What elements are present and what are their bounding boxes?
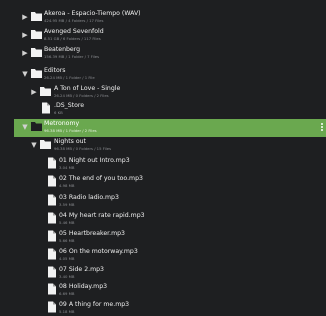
- tree-row-name: 05 Heartbreaker.mp3: [59, 230, 125, 237]
- file-icon: [46, 157, 57, 169]
- tree-row-name: 09 A thing for me.mp3: [59, 301, 130, 308]
- folder-icon: [31, 10, 42, 22]
- tree-row-meta: 5.46 MB: [59, 220, 75, 225]
- chevron-right-icon[interactable]: ▶: [30, 88, 38, 96]
- tree-row-meta: 96.38 MB / 1 Folder / 2 Files: [44, 128, 97, 133]
- file-icon: [46, 175, 57, 187]
- file-icon: [46, 248, 57, 260]
- folder-icon: [31, 28, 42, 40]
- file-icon: [46, 230, 57, 242]
- tree-row-meta: 3.59 MB: [59, 202, 75, 207]
- chevron-right-icon[interactable]: ▶: [21, 31, 29, 39]
- chevron-right-icon[interactable]: ▶: [21, 13, 29, 21]
- file-icon: [46, 212, 57, 224]
- tree-row-meta: 96.38 MB / 0 Folders / 15 Files: [54, 146, 112, 151]
- folder-icon: [31, 120, 42, 132]
- tree-row-name: 02 The end of you too.mp3: [59, 175, 143, 182]
- file-icon: [46, 194, 57, 206]
- folder-icon: [31, 46, 42, 58]
- tree-row-name: 01 Night out Intro.mp3: [59, 157, 130, 164]
- file-icon: [40, 102, 51, 114]
- tree-row-name: Avenged Sevenfold: [44, 28, 104, 35]
- folder-icon: [40, 138, 51, 150]
- tree-row-name: 07 Side 2.mp3: [59, 266, 104, 273]
- tree-row-name: Akeroa - Espacio-Tiempo (WAV): [44, 10, 141, 17]
- chevron-down-icon[interactable]: ▼: [21, 123, 29, 131]
- tree-row-meta: 5.66 MB: [59, 238, 75, 243]
- tree-row-meta: 4.98 MB: [59, 183, 75, 188]
- tree-row-meta: 3.04 MB: [59, 165, 75, 170]
- tree-row-name: A Ton of Love - Single: [54, 85, 121, 92]
- tree-row-name: Beatenberg: [44, 46, 81, 53]
- tree-row-folder-selected[interactable]: ▼ Metronomy 96.38 MB / 1 Folder / 2 File…: [14, 119, 326, 137]
- tree-row-meta: 26.24 MB / 0 Folders / 2 Files: [54, 93, 109, 98]
- tree-row-meta: 26.24 MB / 1 Folder / 1 File: [44, 75, 95, 80]
- folder-icon: [40, 85, 51, 97]
- tree-row-meta: 8.51 GB / 6 Folders / 117 Files: [44, 36, 101, 41]
- tree-row-name: 04 My heart rate rapid.mp3: [59, 212, 145, 219]
- tree-row-meta: 6 KB: [54, 110, 63, 115]
- tree-row-name: .DS_Store: [54, 102, 85, 109]
- tree-row-meta: 4.05 MB: [59, 256, 75, 261]
- tree-row-folder[interactable]: ▶ Beatenberg 156.39 MB / 1 Folder / 7 Fi…: [0, 45, 322, 67]
- tree-row-name: Nights out: [54, 138, 86, 145]
- tree-row-name: Metronomy: [44, 120, 80, 127]
- tree-row-meta: 156.39 MB / 1 Folder / 7 Files: [44, 54, 100, 59]
- chevron-down-icon[interactable]: ▼: [30, 141, 38, 149]
- tree-row-name: 03 Radio ladio.mp3: [59, 194, 119, 201]
- tree-row-name: 08 Holiday.mp3: [59, 283, 108, 290]
- tree-row-name: Editors: [44, 67, 66, 74]
- tree-row-file[interactable]: 09 A thing for me.mp3 5.18 MB: [0, 300, 322, 316]
- more-vertical-icon[interactable]: [321, 123, 324, 133]
- folder-icon: [31, 67, 42, 79]
- file-tree: ▶ Akeroa - Espacio-Tiempo (WAV) 424.95 M…: [0, 0, 326, 316]
- chevron-down-icon[interactable]: ▼: [21, 70, 29, 78]
- tree-row-meta: 6.69 MB: [59, 291, 75, 296]
- file-icon: [46, 301, 57, 313]
- chevron-right-icon[interactable]: ▶: [21, 49, 29, 57]
- tree-row-meta: 5.18 MB: [59, 309, 75, 314]
- tree-row-meta: 3.40 MB: [59, 274, 75, 279]
- tree-row-name: 06 On the motorway.mp3: [59, 248, 138, 255]
- file-icon: [46, 266, 57, 278]
- tree-row-meta: 424.95 MB / 4 Folders / 17 Files: [44, 18, 104, 23]
- file-icon: [46, 283, 57, 295]
